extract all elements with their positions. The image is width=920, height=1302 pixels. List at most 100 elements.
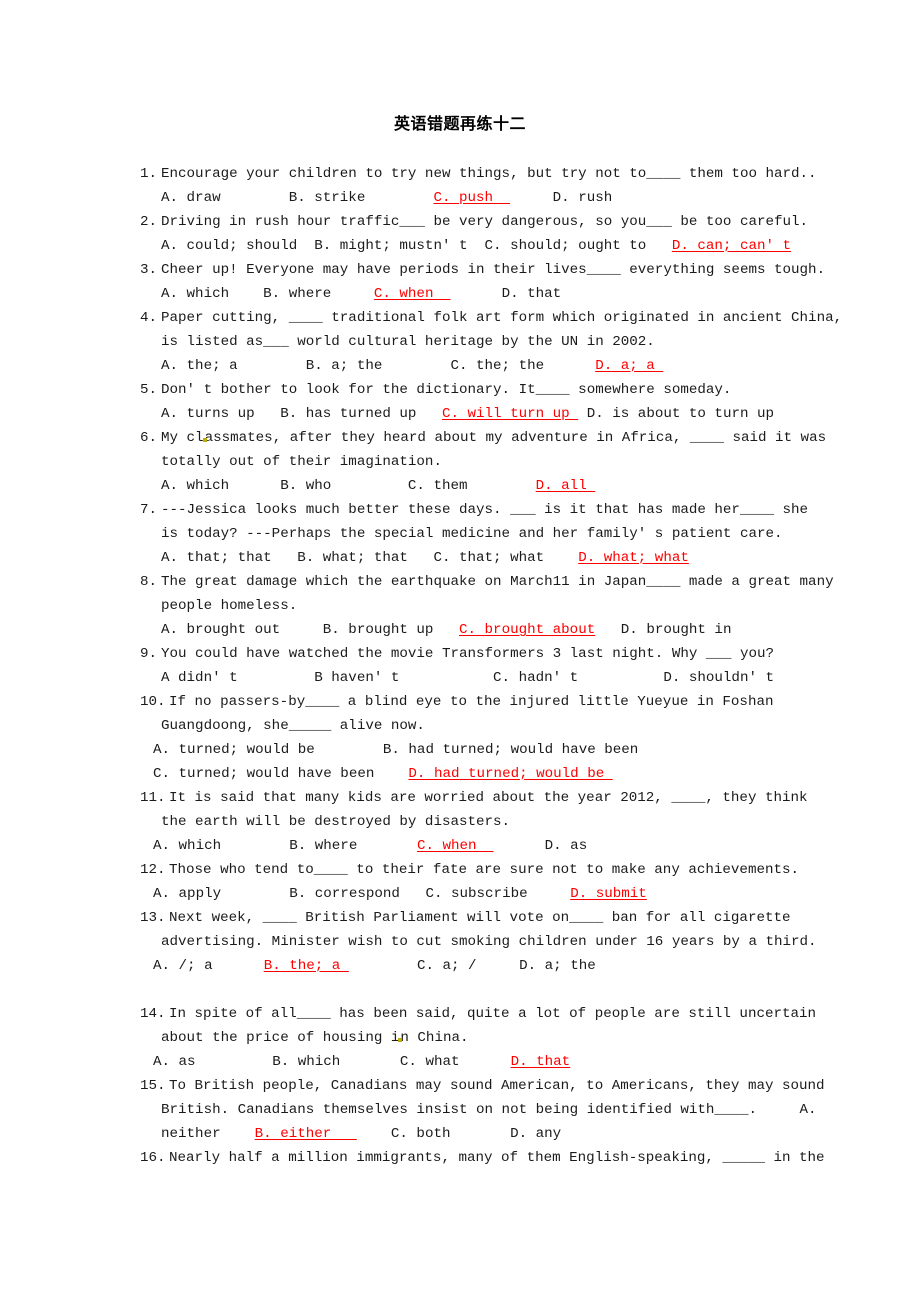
question-number: 5. <box>140 382 158 398</box>
continuation-text-b: n China. <box>400 1030 469 1046</box>
question-number: 16. <box>140 1150 166 1166</box>
correct-answer: D. all <box>535 478 596 494</box>
question-item: 16. Nearly half a million immigrants, man… <box>140 1146 825 1170</box>
question-stem-continuation: advertising. Minister wish to cut smokin… <box>161 934 817 950</box>
question-text-a: My cl <box>161 430 204 446</box>
question-item: 5. Don' t bother to look for the dictiona… <box>140 378 788 426</box>
question-number: 13. <box>140 910 166 926</box>
option-text: A. could; should B. might; mustn' t C. s… <box>161 238 672 254</box>
option-text: A. as B. which C. what <box>153 1054 511 1070</box>
question-number: 15. <box>140 1078 166 1094</box>
correct-answer: C. brought about <box>459 622 596 638</box>
question-item: 6. My classmates, after they heard about … <box>140 426 826 498</box>
question-options: A didn' t B haven' t C. hadn' t D. shoul… <box>140 666 788 690</box>
question-text: Next week, ____ British Parliament will … <box>169 910 791 926</box>
question-text: To British people, Canadians may sound A… <box>169 1078 825 1094</box>
question-options: A. turns up B. has turned up C. will tur… <box>140 402 788 426</box>
question-number: 4. <box>140 310 158 326</box>
option-text-tail: C. both D. any <box>356 1126 562 1142</box>
question-text: You could have watched the movie Transfo… <box>161 646 774 662</box>
correct-answer: C. when <box>373 286 451 302</box>
question-item: 8. The great damage which the earthquake … <box>140 570 834 642</box>
question-number: 7. <box>140 502 158 518</box>
question-text: Don' t bother to look for the dictionary… <box>161 382 732 398</box>
question-text: In spite of all____ has been said, quite… <box>169 1006 817 1022</box>
question-stem: 12. Those who tend to____ to their fate a… <box>140 858 799 882</box>
question-text: It is said that many kids are worried ab… <box>169 790 808 806</box>
question-number: 11. <box>140 790 166 806</box>
question-number: 9. <box>140 646 158 662</box>
option-text: A. turns up B. has turned up <box>161 406 442 422</box>
question-stem: 13. Next week, ____ British Parliament wi… <box>140 906 791 930</box>
question-stem: 7. ---Jessica looks much better these day… <box>140 498 808 522</box>
question-stem: 16. Nearly half a million immigrants, man… <box>140 1146 825 1170</box>
question-stem: 10. If no passers-by____ a blind eye to t… <box>140 690 788 714</box>
option-text: A. the; a B. a; the C. the; the <box>161 358 596 374</box>
question-stem-continuation: totally out of their imagination. <box>161 454 442 470</box>
question-text: Driving in rush hour traffic___ be very … <box>161 214 809 230</box>
question-text: Nearly half a million immigrants, many o… <box>169 1150 825 1166</box>
question-item: 14. In spite of all____ has been said, qu… <box>140 1002 816 1074</box>
option-text-tail: C. a; / D. a; the <box>348 958 596 974</box>
question-text: The great damage which the earthquake on… <box>161 574 834 590</box>
question-options: A. that; that B. what; that C. that; wha… <box>140 546 788 570</box>
question-options: A. apply B. correspond C. subscribe D. s… <box>140 882 788 906</box>
question-stem: 5. Don' t bother to look for the dictiona… <box>140 378 788 402</box>
ink-speck-artifact <box>202 438 207 442</box>
question-item: 3. Cheer up! Everyone may have periods in… <box>140 258 825 306</box>
correct-answer: D. that <box>510 1054 571 1070</box>
page-title: 英语错题再练十二 <box>393 114 526 133</box>
question-item: 15. To British people, Canadians may soun… <box>140 1074 825 1146</box>
question-stem-continuation: British. Canadians themselves insist on … <box>161 1102 817 1118</box>
question-stem: 8. The great damage which the earthquake … <box>140 570 834 594</box>
question-options: A. could; should B. might; mustn' t C. s… <box>140 234 792 258</box>
question-stem: 15. To British people, Canadians may soun… <box>140 1074 825 1098</box>
question-text: ---Jessica looks much better these days.… <box>161 502 809 518</box>
correct-answer: C. will turn up <box>441 406 579 422</box>
option-text: A. apply B. correspond C. subscribe <box>153 886 571 902</box>
question-text: Encourage your children to try new thing… <box>161 166 817 182</box>
option-text: A. that; that B. what; that C. that; wha… <box>161 550 579 566</box>
question-stem-continuation: the earth will be destroyed by disasters… <box>161 814 511 830</box>
question-options: A. draw B. strike C. push D. rush <box>140 186 788 210</box>
option-text-tail: D. rush <box>510 190 613 206</box>
correct-answer: D. had turned; would be <box>408 766 613 782</box>
question-item: 10. If no passers-by____ a blind eye to t… <box>140 690 788 786</box>
question-stem: 14. In spite of all____ has been said, qu… <box>140 1002 816 1026</box>
question-stem: 9. You could have watched the movie Trans… <box>140 642 788 666</box>
question-stem: 11. It is said that many kids are worried… <box>140 786 808 810</box>
question-options: A. turned; would be B. had turned; would… <box>153 742 639 758</box>
option-text: A. brought out B. brought up <box>161 622 459 638</box>
question-number: 14. <box>140 1006 166 1022</box>
question-options: A. which B. where C. when D. that <box>140 282 788 306</box>
question-item: 12. Those who tend to____ to their fate a… <box>140 858 799 906</box>
question-stem-continuation: Guangdoong, she_____ alive now. <box>161 718 425 734</box>
document-page: 英语错题再练十二 1. Encourage your children to tr… <box>0 0 920 1302</box>
correct-answer: D. submit <box>570 886 647 902</box>
question-stem: 1. Encourage your children to try new thi… <box>140 162 817 186</box>
question-item: 2. Driving in rush hour traffic___ be ver… <box>140 210 808 258</box>
question-stem: 4. Paper cutting, ____ traditional folk a… <box>140 306 842 330</box>
option-text-tail: D. is about to turn up <box>578 406 775 422</box>
question-item: 13. Next week, ____ British Parliament wi… <box>140 906 817 978</box>
correct-answer: D. can; can' t <box>671 238 792 254</box>
option-text: A. which B. where <box>161 286 374 302</box>
correct-answer: C. push <box>433 190 511 206</box>
option-text: A. /; a <box>153 958 264 974</box>
ink-speck-artifact <box>398 1038 403 1042</box>
option-text: A. draw B. strike <box>161 190 434 206</box>
question-item: 1. Encourage your children to try new thi… <box>140 162 817 210</box>
question-item: 7. ---Jessica looks much better these day… <box>140 498 808 570</box>
correct-answer: B. either <box>254 1126 357 1142</box>
question-number: 2. <box>140 214 158 230</box>
question-item: 11. It is said that many kids are worried… <box>140 786 808 858</box>
question-stem: 2. Driving in rush hour traffic___ be ver… <box>140 210 808 234</box>
question-text: Cheer up! Everyone may have periods in t… <box>161 262 826 278</box>
question-stem: 3. Cheer up! Everyone may have periods in… <box>140 258 825 282</box>
option-text: C. turned; would have been <box>153 766 409 782</box>
question-options: A. brought out B. brought up C. brought … <box>140 618 788 642</box>
option-text: A. which B. who C. them <box>161 478 536 494</box>
question-stem-continuation: is listed as___ world cultural heritage … <box>161 334 655 350</box>
option-text: A didn' t B haven' t C. hadn' t D. shoul… <box>161 670 774 686</box>
